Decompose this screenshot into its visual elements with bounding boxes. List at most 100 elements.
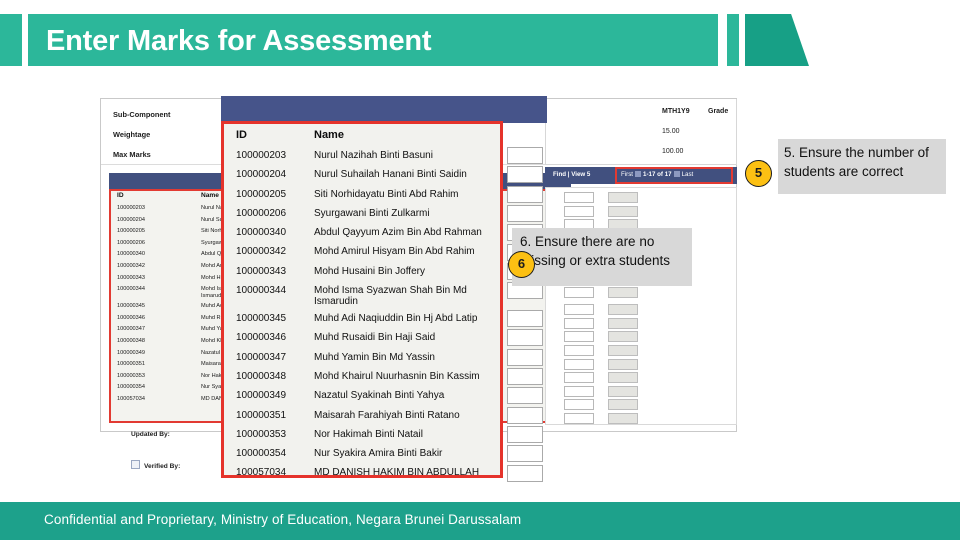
marks-input[interactable] <box>507 166 543 184</box>
cell-student-id: 100000345 <box>117 303 145 310</box>
cell-student-name: Abdul Qayyum Azim Bin Abd Rahman <box>314 227 482 239</box>
last-page-link[interactable]: Last <box>682 171 694 178</box>
column-header-name: Name <box>201 192 219 199</box>
cell-student-id: 100000346 <box>117 314 145 321</box>
cell-student-name: Syurgawani Binti Zulkarmi <box>314 207 430 219</box>
cell-student-id: 100000349 <box>236 390 287 402</box>
table-row: 100000346 Muhd Rusaidi Bin Haji Said <box>224 330 500 349</box>
cell-student-id: 100000203 <box>236 150 287 161</box>
marks-input[interactable] <box>507 348 543 366</box>
table-row: 100000205 Siti Norhidayatu Binti Abd Rahi… <box>224 187 500 206</box>
grade-readonly-field <box>608 287 638 299</box>
verified-by-checkbox[interactable] <box>131 460 140 469</box>
pagination-bar: Find | View 5 First 1-17 of 17 Last <box>545 167 737 184</box>
marks-input[interactable] <box>507 329 543 347</box>
cell-student-id: 100000205 <box>236 188 287 200</box>
marks-input[interactable] <box>507 425 543 443</box>
cell-student-id: 100000348 <box>117 337 145 344</box>
next-page-icon[interactable] <box>673 171 680 177</box>
marks-input[interactable] <box>564 413 594 424</box>
value-weightage: 15.00 <box>662 128 680 135</box>
marks-input[interactable] <box>507 464 543 482</box>
cell-student-id: 100000347 <box>236 351 287 363</box>
marks-input[interactable] <box>507 406 543 424</box>
first-page-link[interactable]: First <box>621 171 633 178</box>
cell-student-id: 100000206 <box>117 239 145 246</box>
marks-input[interactable] <box>507 204 543 222</box>
cell-student-id: 100000203 <box>117 205 145 211</box>
cell-student-id: 100000349 <box>117 349 145 356</box>
callout-5-badge: 5 <box>745 160 772 187</box>
marks-input[interactable] <box>564 205 594 217</box>
marks-input[interactable] <box>564 372 594 384</box>
page-title: Enter Marks for Assessment <box>46 25 432 57</box>
column-header-name: Name <box>314 129 344 141</box>
marks-input[interactable] <box>564 399 594 411</box>
cell-student-name: Nurul Suhailah Hanani Binti Saidin <box>314 169 467 181</box>
marks-input[interactable] <box>564 304 594 316</box>
marks-input[interactable] <box>564 385 594 397</box>
table-row: 100000353 Nor Hakimah Binti Natail <box>224 427 500 446</box>
marks-input[interactable] <box>564 317 594 329</box>
cell-student-name: Mohd Khairul Nuurhasnin Bin Kassim <box>314 370 480 382</box>
cell-student-name: Mohd Amirul Hisyam Bin Abd Rahim <box>314 246 475 258</box>
cell-student-id: 100000353 <box>117 372 145 379</box>
cell-student-id: 100000340 <box>117 251 145 258</box>
marks-input[interactable] <box>564 287 594 299</box>
cell-student-id: 100000353 <box>236 428 287 440</box>
marks-input[interactable] <box>564 345 594 356</box>
table-row: 100000345 Muhd Adi Naqiuddin Bin Hj Abd L… <box>224 311 500 330</box>
verified-by-label: Verified By: <box>144 463 181 470</box>
column-header-subject: MTH1Y9 <box>662 108 690 115</box>
cell-student-id: 100000345 <box>236 313 287 325</box>
marks-input[interactable] <box>507 310 543 328</box>
table-row: 100000344 Mohd Isma Syazwan Shah Bin MdIs… <box>224 283 500 311</box>
cell-student-id: 100000354 <box>236 448 287 460</box>
find-view-link[interactable]: Find | View 5 <box>553 171 590 178</box>
marks-input-column-small <box>545 187 737 425</box>
table-row: 100000348 Mohd Khairul Nuurhasnin Bin Kas… <box>224 369 500 388</box>
cell-student-id: 100000348 <box>236 370 287 382</box>
cell-student-id: 100000344 <box>117 286 145 293</box>
slide-root: Enter Marks for Assessment Sub-Component… <box>0 0 960 540</box>
grade-readonly-field <box>608 192 638 203</box>
cell-student-name: Nazatul Syakinah Binti Yahya <box>314 390 445 402</box>
marks-input[interactable] <box>507 445 543 463</box>
cell-student-name: Maisarah Farahiyah Binti Ratano <box>314 409 460 421</box>
grade-readonly-field <box>608 385 638 397</box>
pagination-range: 1-17 of 17 <box>643 171 672 178</box>
verified-by-row[interactable]: Verified By: <box>131 455 180 473</box>
marks-input[interactable] <box>564 192 594 203</box>
cell-student-name: Muhd Rusaidi Bin Haji Said <box>314 332 436 344</box>
table-row: 100000342 Mohd Amirul Hisyam Bin Abd Rahi… <box>224 244 500 263</box>
table-row: 100000354 Nur Syakira Amira Binti Bakir <box>224 446 500 465</box>
table-row: 100000347 Muhd Yamin Bin Md Yassin <box>224 350 500 369</box>
header-left-accent-block <box>0 14 22 66</box>
marks-input[interactable] <box>507 368 543 385</box>
cell-student-id: 100057034 <box>236 467 287 479</box>
cell-student-name: Muhd Adi Naqiuddin Bin Hj Abd Latip <box>314 313 478 325</box>
cell-student-id: 100000343 <box>236 265 287 277</box>
marks-input[interactable] <box>507 147 543 164</box>
table-row: 100057034 MD DANISH HAKIM BIN ABDULLAH <box>224 465 500 484</box>
prev-page-icon[interactable] <box>635 171 642 177</box>
grade-readonly-field <box>608 358 638 370</box>
marks-input[interactable] <box>564 358 594 370</box>
pagination-controls[interactable]: First 1-17 of 17 Last <box>621 171 693 178</box>
magnified-panel-title-bar <box>221 96 547 123</box>
cell-student-id: 100057034 <box>117 395 145 402</box>
field-label-max-marks: Max Marks <box>113 150 151 159</box>
value-max-marks: 100.00 <box>662 148 684 155</box>
table-header-row: ID Name <box>224 124 500 148</box>
grade-readonly-field <box>608 399 638 411</box>
marks-input[interactable] <box>507 185 543 203</box>
marks-input-column-magnified <box>506 121 547 482</box>
callout-6-text: 6. Ensure there are no missing or extra … <box>512 228 692 286</box>
grade-readonly-field <box>608 372 638 384</box>
marks-input[interactable] <box>564 331 594 343</box>
marks-input[interactable] <box>507 387 543 405</box>
footer-text: Confidential and Proprietary, Ministry o… <box>44 512 522 527</box>
cell-student-id: 100000351 <box>117 361 145 368</box>
table-row: 100000204 Nurul Suhailah Hanani Binti Sai… <box>224 167 500 186</box>
cell-student-name: MD DANISH HAKIM BIN ABDULLAH <box>314 467 480 479</box>
